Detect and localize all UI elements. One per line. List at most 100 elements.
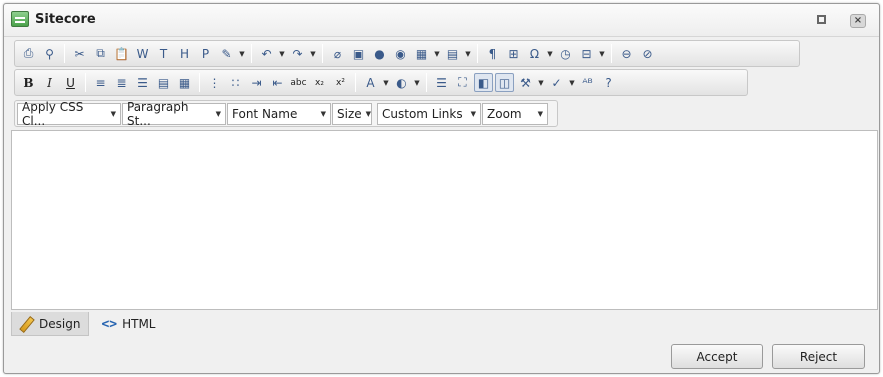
font-color-icon[interactable]: A xyxy=(361,73,380,92)
html-mode-tab[interactable]: <> HTML xyxy=(95,312,163,336)
css-class-dropdown-label: Apply CSS Cl... xyxy=(22,99,84,128)
print-icon[interactable]: ⎙ xyxy=(19,44,38,63)
dropdown-arrow-icon[interactable]: ▼ xyxy=(413,79,421,87)
paste-from-word-icon[interactable]: W xyxy=(133,44,152,63)
insert-snippet-icon[interactable]: ▤ xyxy=(443,44,462,63)
chevron-down-icon: ▼ xyxy=(470,109,476,118)
editor-dialog: Sitecore × ⎙ ⚲ ✂ ⧉ 📋 W T H P ✎ ▼ ↶ ▼ ↷ ▼ ⌀ ▣ ● ◉ ▦ ▼ ▤ ▼ ¶ ⊞ Ω ▼ ◷ ⊟… xyxy=(3,3,880,374)
strikethrough-icon[interactable]: abc xyxy=(289,73,308,92)
align-right-icon[interactable]: ☰ xyxy=(133,73,152,92)
dropdown-arrow-icon[interactable]: ▼ xyxy=(238,50,246,58)
redo-icon[interactable]: ↷ xyxy=(288,44,307,63)
insert-field-icon[interactable]: ⊟ xyxy=(577,44,596,63)
insert-date-icon[interactable]: ◷ xyxy=(556,44,575,63)
content-editor-area[interactable] xyxy=(11,130,878,310)
indent-icon[interactable]: ⇥ xyxy=(247,73,266,92)
maximize-icon[interactable] xyxy=(816,14,828,26)
font-name-dropdown[interactable]: Font Name ▼ xyxy=(227,102,331,125)
horizontal-rule-icon[interactable]: ☰ xyxy=(432,73,451,92)
insert-sitecore-link-icon[interactable]: ● xyxy=(370,44,389,63)
toolbar-separator xyxy=(199,73,200,92)
font-size-dropdown-label: Size xyxy=(337,106,362,121)
highlight-icon[interactable]: ◐ xyxy=(392,73,411,92)
code-icon: <> xyxy=(101,316,118,332)
toolbar-separator xyxy=(64,44,65,63)
format-stripper-icon[interactable]: ✎ xyxy=(217,44,236,63)
insert-symbol-icon[interactable]: Ω xyxy=(525,44,544,63)
zoom-dropdown-label: Zoom xyxy=(487,106,522,121)
toolbar-separator xyxy=(251,44,252,63)
paste-icon[interactable]: 📋 xyxy=(112,44,131,63)
accept-button[interactable]: Accept xyxy=(671,344,763,369)
insert-table-icon[interactable]: ▦ xyxy=(412,44,431,63)
close-icon[interactable]: × xyxy=(850,14,866,28)
dropdown-arrow-icon[interactable]: ▼ xyxy=(278,50,286,58)
paragraph-style-dropdown-label: Paragraph St... xyxy=(127,99,189,128)
module-manager-icon[interactable]: ⊖ xyxy=(617,44,636,63)
undo-icon[interactable]: ↶ xyxy=(257,44,276,63)
custom-links-dropdown[interactable]: Custom Links ▼ xyxy=(377,102,481,125)
remove-alignment-icon[interactable]: ▦ xyxy=(175,73,194,92)
image-properties-icon[interactable]: ◧ xyxy=(474,73,493,92)
help-icon[interactable]: ? xyxy=(599,73,618,92)
toolbar-row-2: B I U ≡ ≣ ☰ ▤ ▦ ⋮ ∷ ⇥ ⇤ abc x₂ x² A ▼ ◐ ▼ ☰ ⛶ ◧ ◫ ⚒ ▼ ✓ ▼ ᴬᴮ? xyxy=(14,69,748,96)
reject-button[interactable]: Reject xyxy=(772,344,865,369)
dropdown-arrow-icon[interactable]: ▼ xyxy=(464,50,472,58)
html-mode-label: HTML xyxy=(122,317,156,331)
toolbar-separator xyxy=(477,44,478,63)
dropdown-arrow-icon[interactable]: ▼ xyxy=(309,50,317,58)
mode-bar: Design <> HTML xyxy=(11,311,878,337)
chevron-down-icon: ▼ xyxy=(215,109,221,118)
sitecore-app-icon xyxy=(11,11,29,27)
select-all-icon[interactable]: ⛶ xyxy=(453,73,472,92)
dropdown-arrow-icon[interactable]: ▼ xyxy=(382,79,390,87)
pencil-icon xyxy=(18,316,34,332)
chevron-down-icon: ▼ xyxy=(537,109,543,118)
bold-icon[interactable]: B xyxy=(19,73,38,92)
paste-as-html-icon[interactable]: H xyxy=(175,44,194,63)
toolbar-separator xyxy=(611,44,612,63)
dropdown-arrow-icon[interactable]: ▼ xyxy=(598,50,606,58)
font-name-dropdown-label: Font Name xyxy=(232,106,298,121)
subscript-icon[interactable]: x₂ xyxy=(310,73,329,92)
cut-icon[interactable]: ✂ xyxy=(70,44,89,63)
insert-media-icon[interactable]: ▣ xyxy=(349,44,368,63)
justify-icon[interactable]: ▤ xyxy=(154,73,173,92)
chevron-down-icon: ▼ xyxy=(365,109,372,118)
find-replace-icon[interactable]: ⚲ xyxy=(40,44,59,63)
paragraph-style-dropdown[interactable]: Paragraph St... ▼ xyxy=(122,99,226,128)
paste-options-icon[interactable]: P xyxy=(196,44,215,63)
toggle-borders-icon[interactable]: ◫ xyxy=(495,73,514,92)
ajax-spellcheck-icon[interactable]: ᴬᴮ xyxy=(578,73,597,92)
insert-link-icon[interactable]: ⌀ xyxy=(328,44,347,63)
paste-plain-text-icon[interactable]: T xyxy=(154,44,173,63)
copy-icon[interactable]: ⧉ xyxy=(91,44,110,63)
align-center-icon[interactable]: ≣ xyxy=(112,73,131,92)
underline-icon[interactable]: U xyxy=(61,73,80,92)
dropdown-arrow-icon[interactable]: ▼ xyxy=(433,50,441,58)
font-size-dropdown[interactable]: Size ▼ xyxy=(332,102,372,125)
superscript-icon[interactable]: x² xyxy=(331,73,350,92)
zoom-dropdown[interactable]: Zoom ▼ xyxy=(482,102,548,125)
dropdown-arrow-icon[interactable]: ▼ xyxy=(546,50,554,58)
toolbar-separator xyxy=(85,73,86,92)
bulleted-list-icon[interactable]: ∷ xyxy=(226,73,245,92)
toolbar-row-1: ⎙ ⚲ ✂ ⧉ 📋 W T H P ✎ ▼ ↶ ▼ ↷ ▼ ⌀ ▣ ● ◉ ▦ ▼ ▤ ▼ ¶ ⊞ Ω ▼ ◷ ⊟ ▼ ⊖ ⊘ xyxy=(14,40,800,67)
insert-symbol-ext-icon[interactable]: ⊞ xyxy=(504,44,523,63)
align-left-icon[interactable]: ≡ xyxy=(91,73,110,92)
italic-icon[interactable]: I xyxy=(40,73,59,92)
css-class-dropdown[interactable]: Apply CSS Cl... ▼ xyxy=(17,99,121,128)
window-title: Sitecore xyxy=(35,12,96,27)
insert-sitecore-media-icon[interactable]: ◉ xyxy=(391,44,410,63)
dropdown-arrow-icon[interactable]: ▼ xyxy=(568,79,576,87)
dropdown-arrow-icon[interactable]: ▼ xyxy=(537,79,545,87)
spellcheck-icon[interactable]: ✓ xyxy=(547,73,566,92)
about-icon[interactable]: ⊘ xyxy=(638,44,657,63)
custom-links-dropdown-label: Custom Links xyxy=(382,106,463,121)
design-mode-tab[interactable]: Design xyxy=(11,312,90,336)
outdent-icon[interactable]: ⇤ xyxy=(268,73,287,92)
show-paragraph-icon[interactable]: ¶ xyxy=(483,44,502,63)
numbered-list-icon[interactable]: ⋮ xyxy=(205,73,224,92)
format-painter-icon[interactable]: ⚒ xyxy=(516,73,535,92)
toolbar-separator xyxy=(355,73,356,92)
